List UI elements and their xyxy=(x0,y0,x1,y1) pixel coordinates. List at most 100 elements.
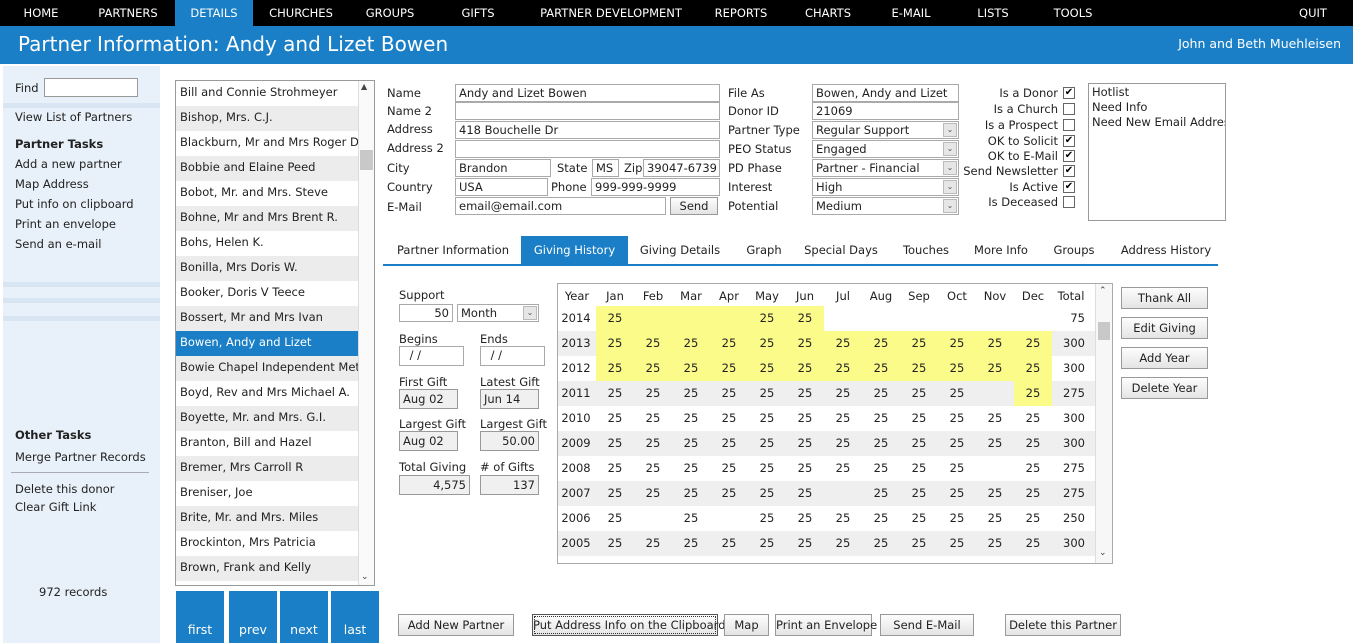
nav-details[interactable]: DETAILS xyxy=(175,0,253,26)
flag-checkbox[interactable] xyxy=(1063,196,1075,208)
add-new-partner-button[interactable]: Add New Partner xyxy=(398,614,514,636)
grid-cell[interactable]: 25 xyxy=(786,506,824,531)
tag-item[interactable]: Hotlist xyxy=(1092,85,1129,99)
delete-year-button[interactable]: Delete Year xyxy=(1121,377,1208,399)
partner-list-item[interactable]: Brite, Mr. and Mrs. Miles xyxy=(176,506,358,531)
grid-cell[interactable]: 25 xyxy=(938,456,976,481)
grid-cell[interactable]: 25 xyxy=(786,531,824,556)
flag-checkbox[interactable]: ✔ xyxy=(1063,87,1075,99)
grid-cell[interactable]: 25 xyxy=(748,431,786,456)
grid-cell[interactable]: 25 xyxy=(824,506,862,531)
grid-cell[interactable]: 25 xyxy=(710,381,748,406)
grid-cell[interactable]: 25 xyxy=(824,381,862,406)
grid-cell[interactable]: 25 xyxy=(938,356,976,381)
nav-partners[interactable]: PARTNERS xyxy=(82,0,174,26)
tab-special-days[interactable]: Special Days xyxy=(798,236,884,265)
grid-cell[interactable]: 25 xyxy=(824,331,862,356)
nav-partner-development[interactable]: PARTNER DEVELOPMENT xyxy=(530,0,692,26)
grid-cell[interactable]: 25 xyxy=(862,356,900,381)
grid-cell[interactable]: 25 xyxy=(976,531,1014,556)
partner-list-item[interactable]: Booker, Doris V Teece xyxy=(176,281,358,306)
nav-gifts[interactable]: GIFTS xyxy=(442,0,514,26)
partner-list-item[interactable]: Bohne, Mr and Mrs Brent R. xyxy=(176,206,358,231)
view-list-link[interactable]: View List of Partners xyxy=(15,110,132,124)
grid-cell[interactable]: 25 xyxy=(900,531,938,556)
grid-cell[interactable]: 25 xyxy=(862,531,900,556)
grid-cell[interactable]: 25 xyxy=(634,356,672,381)
grid-cell[interactable] xyxy=(976,306,1014,331)
grid-cell[interactable]: 25 xyxy=(596,531,634,556)
grid-cell[interactable]: 25 xyxy=(596,431,634,456)
chevron-up-icon[interactable]: ⌃ xyxy=(1099,286,1107,296)
task-add-partner[interactable]: Add a new partner xyxy=(15,157,122,171)
grid-cell[interactable]: 25 xyxy=(862,406,900,431)
grid-cell[interactable] xyxy=(824,306,862,331)
grid-cell[interactable]: 25 xyxy=(862,431,900,456)
task-map-address[interactable]: Map Address xyxy=(15,177,89,191)
email-field[interactable]: email@email.com xyxy=(455,197,666,215)
grid-cell[interactable] xyxy=(634,506,672,531)
address2-field[interactable] xyxy=(455,140,720,158)
grid-cell[interactable]: 25 xyxy=(748,506,786,531)
clipboard-button[interactable]: Put Address Info on the Clipboard xyxy=(532,614,726,636)
grid-cell[interactable]: 25 xyxy=(672,506,710,531)
partner-list-item[interactable]: Bobbie and Elaine Peed xyxy=(176,156,358,181)
grid-cell[interactable]: 25 xyxy=(596,406,634,431)
giving-grid-scrollbar[interactable]: ⌃ ⌄ xyxy=(1095,284,1112,563)
ends-field[interactable]: / / xyxy=(480,346,545,366)
task-print-envelope[interactable]: Print an envelope xyxy=(15,217,116,231)
scroll-thumb[interactable] xyxy=(1098,322,1110,340)
grid-cell[interactable]: 25 xyxy=(634,431,672,456)
flag-checkbox[interactable] xyxy=(1063,119,1075,131)
grid-cell[interactable]: 25 xyxy=(1014,381,1052,406)
address-field[interactable]: 418 Bouchelle Dr xyxy=(455,121,720,139)
partner-list-item[interactable]: Bohs, Helen K. xyxy=(176,231,358,256)
grid-cell[interactable]: 25 xyxy=(900,406,938,431)
pager-prev[interactable]: prev xyxy=(229,591,277,643)
grid-cell[interactable]: 25 xyxy=(710,531,748,556)
partner-type-select[interactable]: Regular Support ⌄ xyxy=(812,121,959,139)
grid-cell[interactable]: 25 xyxy=(938,431,976,456)
name-field[interactable]: Andy and Lizet Bowen xyxy=(455,84,720,102)
grid-cell[interactable]: 25 xyxy=(824,356,862,381)
nav-groups[interactable]: GROUPS xyxy=(350,0,430,26)
grid-cell[interactable]: 25 xyxy=(748,381,786,406)
grid-cell[interactable]: 25 xyxy=(938,506,976,531)
grid-cell[interactable]: 25 xyxy=(1014,331,1052,356)
grid-cell[interactable]: 25 xyxy=(596,331,634,356)
grid-cell[interactable]: 25 xyxy=(672,456,710,481)
grid-cell[interactable]: 25 xyxy=(710,356,748,381)
nav-quit[interactable]: QUIT xyxy=(1284,0,1342,26)
grid-cell[interactable]: 25 xyxy=(786,306,824,331)
flag-checkbox[interactable]: ✔ xyxy=(1063,135,1075,147)
file-as-field[interactable]: Bowen, Andy and Lizet xyxy=(812,84,959,102)
partner-list-item[interactable]: Bremer, Mrs Carroll R xyxy=(176,456,358,481)
grid-row[interactable]: 2009 25 25 25 25 25 25 25 25 25 25 25 25 300 xyxy=(558,431,1095,456)
partner-list-item[interactable]: Boyd, Rev and Mrs Michael A. xyxy=(176,381,358,406)
grid-cell[interactable]: 25 xyxy=(824,531,862,556)
begins-field[interactable]: / / xyxy=(399,346,464,366)
grid-row[interactable]: 2008 25 25 25 25 25 25 25 25 25 25 25 275 xyxy=(558,456,1095,481)
nav-lists[interactable]: LISTS xyxy=(964,0,1022,26)
grid-cell[interactable]: 25 xyxy=(786,481,824,506)
grid-cell[interactable]: 25 xyxy=(596,381,634,406)
thank-all-button[interactable]: Thank All xyxy=(1121,287,1208,309)
flag-checkbox[interactable]: ✔ xyxy=(1063,181,1075,193)
send-email-button[interactable]: Send E-Mail xyxy=(880,614,974,636)
partner-list-item[interactable]: Brockinton, Mrs Patricia xyxy=(176,531,358,556)
pager-next[interactable]: next xyxy=(280,591,328,643)
name2-field[interactable] xyxy=(455,102,720,120)
grid-cell[interactable]: 25 xyxy=(710,481,748,506)
donor-id-field[interactable]: 21069 xyxy=(812,102,959,120)
send-email-button[interactable]: Send xyxy=(670,197,718,215)
pd-phase-select[interactable]: Partner - Financial ⌄ xyxy=(812,159,959,177)
find-input[interactable] xyxy=(44,78,138,97)
grid-cell[interactable]: 25 xyxy=(786,331,824,356)
partner-list-item[interactable]: Boyette, Mr. and Mrs. G.I. xyxy=(176,406,358,431)
grid-cell[interactable] xyxy=(976,381,1014,406)
grid-cell[interactable]: 25 xyxy=(672,331,710,356)
grid-cell[interactable]: 25 xyxy=(938,481,976,506)
grid-cell[interactable]: 25 xyxy=(786,356,824,381)
grid-cell[interactable]: 25 xyxy=(634,456,672,481)
scroll-thumb[interactable] xyxy=(360,150,373,170)
